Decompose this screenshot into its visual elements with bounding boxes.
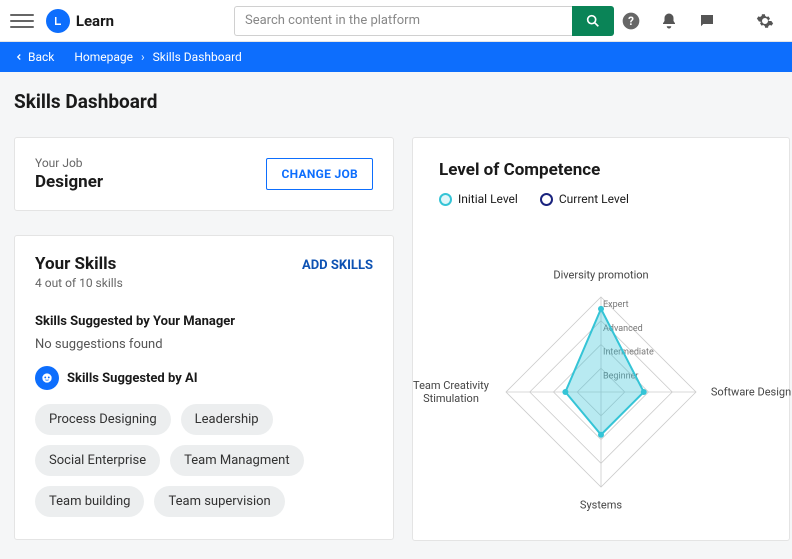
legend-initial: Initial Level xyxy=(439,192,518,206)
settings-icon[interactable] xyxy=(748,4,782,38)
legend-current: Current Level xyxy=(540,192,629,206)
competence-title: Level of Competence xyxy=(439,160,781,180)
search-input[interactable] xyxy=(234,6,572,36)
skills-title: Your Skills xyxy=(35,254,123,274)
skill-chip[interactable]: Leadership xyxy=(181,404,273,435)
job-value: Designer xyxy=(35,172,103,192)
svg-text:Expert: Expert xyxy=(603,300,629,310)
back-button[interactable]: Back xyxy=(14,50,54,64)
skills-count: 4 out of 10 skills xyxy=(35,276,123,290)
brand-text: Learn xyxy=(76,12,114,30)
job-label: Your Job xyxy=(35,156,103,170)
skill-chip[interactable]: Process Designing xyxy=(35,404,171,435)
manager-suggestions-label: Skills Suggested by Your Manager xyxy=(35,314,373,329)
svg-text:?: ? xyxy=(628,14,634,28)
notifications-icon[interactable] xyxy=(652,4,686,38)
help-icon[interactable]: ? xyxy=(614,4,648,38)
menu-icon[interactable] xyxy=(10,9,34,33)
radar-chart: BeginnerIntermediateAdvancedExpert Diver… xyxy=(421,212,781,532)
manager-suggestions-empty: No suggestions found xyxy=(35,337,373,352)
job-card: Your Job Designer CHANGE JOB xyxy=(14,137,394,211)
ai-suggestions-label: Skills Suggested by AI xyxy=(67,371,198,386)
breadcrumb-homepage[interactable]: Homepage xyxy=(74,50,133,64)
change-job-button[interactable]: CHANGE JOB xyxy=(266,158,373,190)
skill-chip[interactable]: Team supervision xyxy=(154,486,284,517)
competence-card: Level of Competence Initial Level Curren… xyxy=(412,137,790,541)
search-button[interactable] xyxy=(572,6,614,36)
messages-icon[interactable] xyxy=(690,4,724,38)
back-label: Back xyxy=(28,50,54,64)
radar-axis-label: Software Design xyxy=(696,385,792,398)
chevron-right-icon: › xyxy=(141,50,145,64)
radar-axis-label: Diversity promotion xyxy=(546,268,656,281)
brand[interactable]: Learn xyxy=(46,9,114,33)
radar-axis-label: Team Creativity Stimulation xyxy=(396,379,506,405)
skill-chip[interactable]: Team Managment xyxy=(170,445,303,476)
page-title: Skills Dashboard xyxy=(14,90,778,113)
skill-chip[interactable]: Social Enterprise xyxy=(35,445,160,476)
brand-icon xyxy=(46,9,70,33)
competence-legend: Initial Level Current Level xyxy=(439,192,781,206)
add-skills-button[interactable]: ADD SKILLS xyxy=(302,254,373,277)
breadcrumb-current: Skills Dashboard xyxy=(153,50,242,64)
ai-icon xyxy=(35,366,59,390)
skills-card: Your Skills 4 out of 10 skills ADD SKILL… xyxy=(14,235,394,540)
skill-chip[interactable]: Team building xyxy=(35,486,144,517)
radar-axis-label: Systems xyxy=(546,498,656,511)
